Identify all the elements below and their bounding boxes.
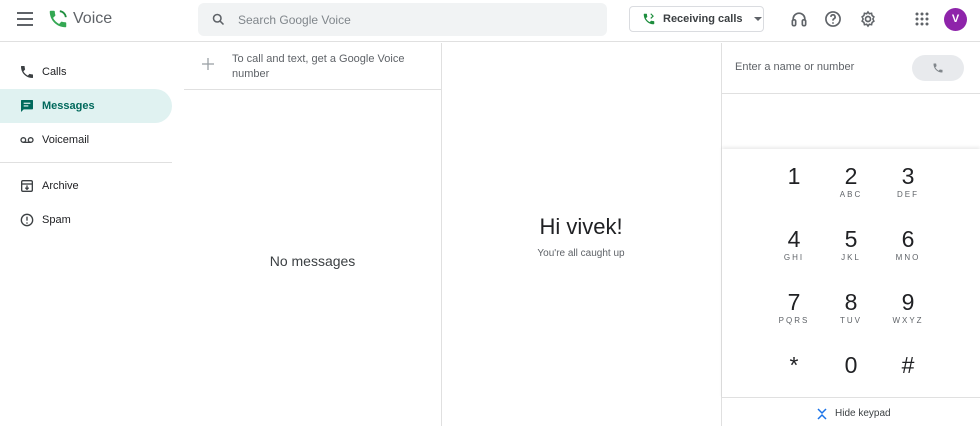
keypad: 1 2 ABC 3 DEF 4 GHI 5 JKL 6 MNO 7 PQRS 8 [722,149,980,399]
conversation-panel: Hi vivek! You're all caught up [442,43,720,426]
keypad-key-8[interactable]: 8 TUV [826,279,876,329]
key-digit: 4 [787,226,801,252]
keypad-key-1[interactable]: 1 [769,153,819,203]
key-letters: TUV [840,316,862,325]
key-digit: 1 [787,163,801,189]
apps-grid-icon[interactable] [912,9,932,29]
key-digit: # [901,352,915,378]
voicemail-icon [20,137,34,143]
key-letters: DEF [897,190,919,199]
settings-gear-icon[interactable] [858,9,878,29]
sidebar-item-archive[interactable]: Archive [0,169,184,203]
key-letters: GHI [783,253,805,262]
hide-keypad-label: Hide keypad [835,408,891,419]
key-digit: * [789,352,799,378]
key-letters: JKL [841,253,861,262]
search-icon [212,13,225,26]
keypad-key-9[interactable]: 9 WXYZ [883,279,933,329]
sidebar-item-voicemail[interactable]: Voicemail [0,123,184,157]
app-name: Voice [73,10,113,27]
key-digit: 3 [901,163,915,189]
chevron-down-icon [753,17,762,21]
plus-icon [202,58,214,70]
sidebar-item-label: Messages [42,100,95,112]
dial-number-input[interactable] [735,61,895,73]
get-number-text: To call and text, get a Google Voice num… [232,53,405,80]
greeting-heading: Hi vivek! [539,214,623,239]
keypad-key-7[interactable]: 7 PQRS [769,279,819,329]
key-digit: 7 [787,289,801,315]
sidebar-item-label: Spam [42,214,71,226]
voice-logo-icon [49,10,67,28]
keypad-key-hash[interactable]: # [883,342,933,392]
phone-forward-icon [643,13,655,25]
search-input[interactable] [238,3,588,36]
key-digit: 0 [844,352,858,378]
key-letters: MNO [895,253,921,262]
search-bar[interactable] [198,3,607,36]
sidebar-item-label: Voicemail [42,134,90,146]
sidebar-item-label: Calls [42,66,67,78]
caught-up-subtext: You're all caught up [537,248,625,259]
key-letters: WXYZ [892,316,924,325]
top-bar: Voice Receiving calls [0,0,980,42]
nav-divider [0,162,172,163]
get-number-prompt[interactable]: To call and text, get a Google Voice num… [184,43,441,90]
empty-state-text: No messages [269,253,356,269]
collapse-icon [817,408,827,420]
receiving-calls-label: Receiving calls [663,13,743,25]
help-icon[interactable] [823,9,843,29]
call-button[interactable] [912,55,964,81]
keypad-key-5[interactable]: 5 JKL [826,216,876,266]
headset-icon[interactable] [789,9,809,29]
key-digit: 8 [844,289,858,315]
keypad-key-4[interactable]: 4 GHI [769,216,819,266]
keypad-key-2[interactable]: 2 ABC [826,153,876,203]
phone-icon [21,66,33,78]
key-letters: ABC [839,190,863,199]
receiving-calls-dropdown[interactable]: Receiving calls [629,6,764,32]
hide-keypad-button[interactable]: Hide keypad [722,397,980,427]
key-digit: 6 [901,226,915,252]
spam-icon [20,213,34,227]
app-logo[interactable]: Voice [47,8,112,30]
message-icon [21,100,33,112]
message-list-panel: To call and text, get a Google Voice num… [184,43,442,426]
sidebar-item-messages[interactable]: Messages [0,89,172,123]
key-digit: 5 [844,226,858,252]
key-digit: 2 [844,163,858,189]
sidebar-item-calls[interactable]: Calls [0,55,184,89]
sidebar-item-spam[interactable]: Spam [0,203,184,237]
keypad-key-0[interactable]: 0 [826,342,876,392]
archive-icon [21,180,33,192]
dialer-divider [722,93,980,94]
key-letters: PQRS [778,316,810,325]
sidebar-item-label: Archive [42,180,79,192]
keypad-key-3[interactable]: 3 DEF [883,153,933,203]
key-digit: 9 [901,289,915,315]
account-avatar[interactable]: V [944,8,967,31]
keypad-key-6[interactable]: 6 MNO [883,216,933,266]
main-menu-icon[interactable] [17,12,33,26]
sidebar-nav: Calls Messages Voicemail Archive Spam [0,55,184,237]
phone-icon [933,63,943,73]
keypad-key-star[interactable]: * [769,342,819,392]
dialer-panel: 1 2 ABC 3 DEF 4 GHI 5 JKL 6 MNO 7 PQRS 8 [721,43,980,426]
